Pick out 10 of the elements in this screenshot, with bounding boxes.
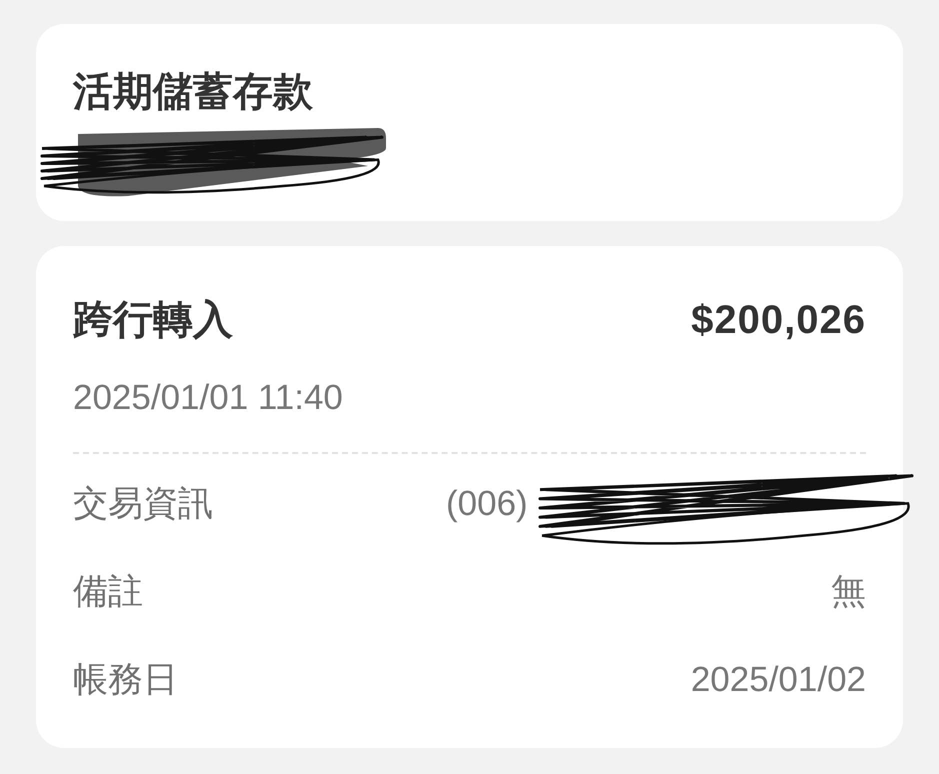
transaction-datetime: 2025/01/01 11:40 [73, 377, 343, 419]
detail-value: 2025/01/02 [690, 659, 866, 701]
account-title: 活期儲蓄存款 [73, 69, 313, 116]
transaction-amount: $200,026 [691, 297, 866, 344]
transaction-title: 跨行轉入 [73, 297, 233, 344]
detail-label: 帳務日 [73, 659, 178, 701]
detail-value: (006) [446, 483, 528, 525]
detail-label: 交易資訊 [73, 483, 213, 525]
detail-label: 備註 [73, 571, 143, 613]
detail-value: 無 [831, 571, 866, 613]
